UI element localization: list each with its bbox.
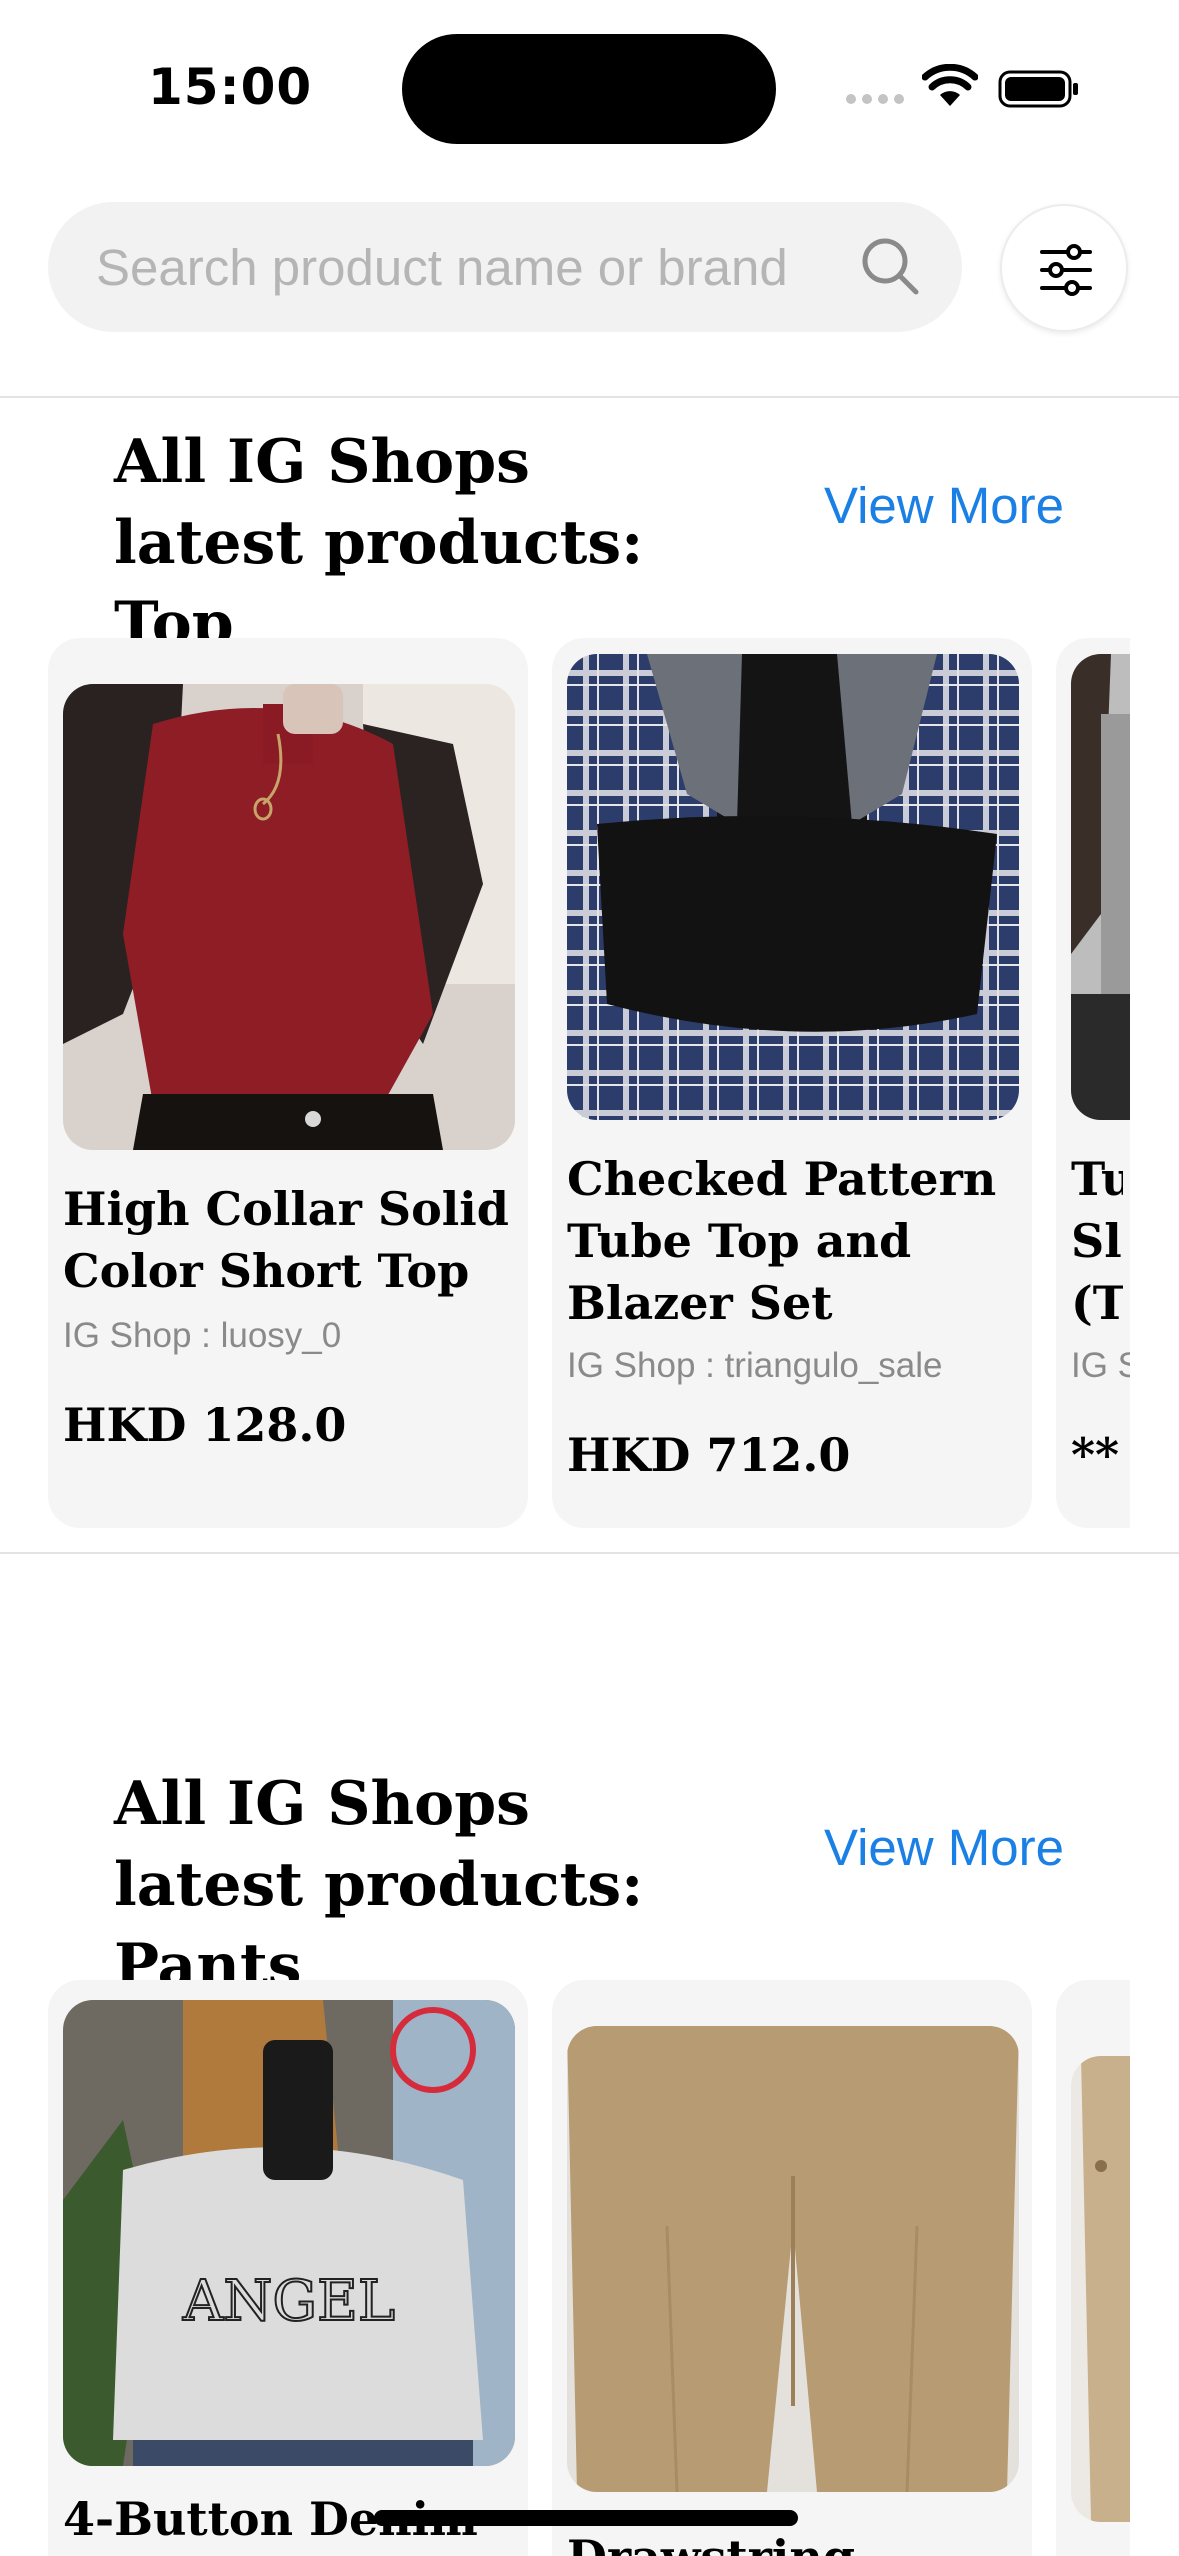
shop-name: IG S [1071, 1346, 1130, 1385]
status-time: 15:00 [148, 58, 313, 116]
search-icon[interactable] [856, 232, 926, 302]
svg-text:ANGEL: ANGEL [182, 2269, 395, 2334]
product-card[interactable]: Checked Pattern Tube Top and Blazer Set … [552, 638, 1032, 1528]
product-image [1071, 2056, 1130, 2522]
product-name: High Collar Solid Color Short Top [63, 1182, 509, 1298]
product-name: Checked Pattern Tube Top and Blazer Set [567, 1152, 997, 1330]
product-card[interactable]: Drawstring [552, 1980, 1032, 2556]
wifi-icon [922, 64, 978, 106]
view-more-pants-link[interactable]: View More [824, 1818, 1064, 1877]
sliders-icon [1040, 244, 1092, 296]
dynamic-island [402, 34, 776, 144]
cellular-signal-icon [846, 94, 904, 106]
product-image [567, 654, 1019, 1120]
divider [0, 1552, 1179, 1554]
product-image [567, 2026, 1019, 2492]
product-price: HKD 128.0 [63, 1398, 347, 1452]
home-indicator [374, 2510, 798, 2526]
battery-icon [998, 70, 1078, 108]
product-image [1071, 654, 1130, 1120]
product-price: HKD 712.0 [567, 1428, 851, 1482]
product-name: Tu Sle (TO [1071, 1152, 1123, 1330]
product-image [63, 684, 515, 1150]
search-input[interactable] [96, 202, 856, 332]
product-price: ** [1071, 1428, 1120, 1482]
filter-button[interactable] [1000, 204, 1128, 332]
product-card[interactable] [1056, 1980, 1130, 2556]
shop-name: IG Shop : luosy_0 [63, 1316, 342, 1355]
shop-name: IG Shop : triangulo_sale [567, 1346, 943, 1385]
section-title-top: All IG Shops latest products: Top [114, 427, 644, 659]
product-card[interactable]: High Collar Solid Color Short Top IG Sho… [48, 638, 528, 1528]
section-title-pants: All IG Shops latest products: Pants [114, 1769, 644, 2001]
product-name: Drawstring [567, 2526, 1027, 2556]
product-card[interactable]: Tu Sle (TO IG S ** [1056, 638, 1130, 1528]
view-more-top-link[interactable]: View More [824, 476, 1064, 535]
search-bar[interactable] [48, 202, 962, 332]
product-card[interactable]: ANGEL 4-Button Denim [48, 1980, 528, 2556]
product-image: ANGEL [63, 2000, 515, 2466]
status-bar: 15:00 [0, 0, 1179, 176]
divider [0, 396, 1179, 398]
